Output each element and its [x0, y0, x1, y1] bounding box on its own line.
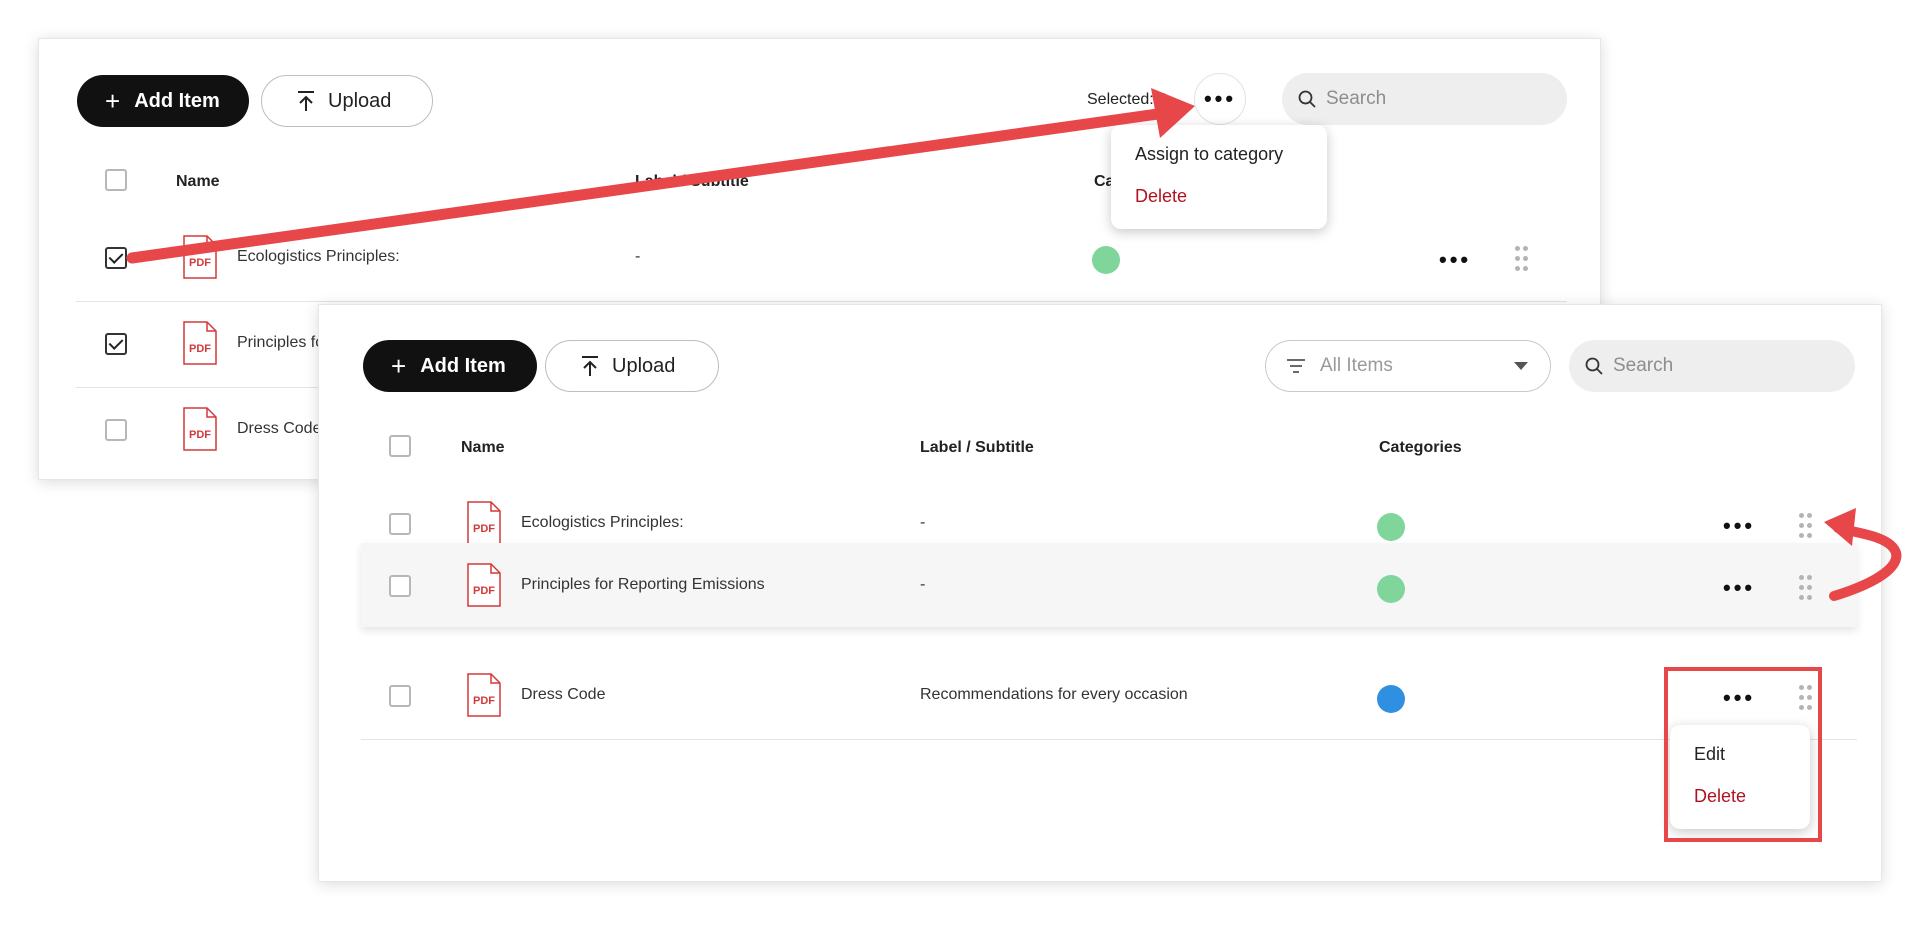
bulk-actions-button[interactable]: ••• — [1194, 73, 1246, 125]
row-checkbox[interactable] — [105, 333, 127, 355]
file-subtitle: - — [920, 514, 926, 531]
drag-handle-icon[interactable] — [1799, 513, 1813, 539]
row-more-icon[interactable]: ••• — [1439, 249, 1471, 271]
search-icon — [1585, 357, 1603, 375]
pdf-file-icon: PDF — [467, 673, 501, 717]
category-dot — [1092, 246, 1120, 274]
upload-button[interactable]: Upload — [545, 340, 719, 392]
svg-text:PDF: PDF — [189, 429, 211, 441]
row-more-icon[interactable]: ••• — [1723, 577, 1755, 599]
add-item-label: Add Item — [420, 354, 506, 377]
search-icon — [1298, 90, 1316, 108]
row-checkbox[interactable] — [105, 247, 127, 269]
svg-text:PDF: PDF — [189, 257, 211, 269]
select-all-checkbox[interactable] — [105, 169, 127, 191]
row-checkbox[interactable] — [389, 685, 411, 707]
category-dot — [1377, 575, 1405, 603]
pdf-file-icon: PDF — [183, 321, 217, 365]
category-dot — [1377, 513, 1405, 541]
select-all-checkbox[interactable] — [389, 435, 411, 457]
add-item-label: Add Item — [134, 89, 220, 112]
menu-item-assign-category[interactable]: Assign to category — [1111, 141, 1327, 183]
pdf-file-icon: PDF — [183, 235, 217, 279]
row-checkbox[interactable] — [389, 575, 411, 597]
front-panel: + Add Item Upload All Items Search Name … — [318, 304, 1882, 882]
svg-text:PDF: PDF — [189, 343, 211, 355]
search-input[interactable]: Search — [1282, 73, 1567, 125]
column-header-categories: Categories — [1379, 439, 1462, 456]
file-name[interactable]: Ecologistics Principles: — [237, 248, 400, 266]
search-placeholder: Search — [1613, 355, 1674, 376]
row-more-icon[interactable]: ••• — [1723, 515, 1755, 537]
upload-icon — [298, 91, 314, 111]
svg-text:PDF: PDF — [473, 585, 495, 597]
row-divider — [361, 739, 1857, 740]
drag-handle-icon[interactable] — [1799, 575, 1813, 601]
upload-icon — [582, 356, 598, 376]
file-name[interactable]: Ecologistics Principles: — [521, 514, 684, 532]
menu-item-delete[interactable]: Delete — [1111, 183, 1327, 225]
upload-label: Upload — [328, 89, 392, 112]
file-subtitle: - — [920, 576, 926, 593]
plus-icon: + — [105, 86, 121, 116]
file-subtitle: Recommendations for every occasion — [920, 686, 1188, 703]
add-item-button[interactable]: + Add Item — [77, 75, 249, 127]
drag-handle-icon[interactable] — [1515, 246, 1529, 272]
more-icon: ••• — [1203, 86, 1237, 111]
front-panel-content: + Add Item Upload All Items Search Name … — [319, 305, 1881, 881]
chevron-down-icon — [1514, 362, 1528, 370]
pdf-file-icon: PDF — [183, 407, 217, 451]
row-checkbox[interactable] — [105, 419, 127, 441]
file-name[interactable]: Dress Code — [237, 420, 321, 438]
row-checkbox[interactable] — [389, 513, 411, 535]
pdf-file-icon: PDF — [467, 501, 501, 545]
plus-icon: + — [391, 351, 407, 381]
category-dot — [1377, 685, 1405, 713]
selected-count: Selected: 2 — [1087, 91, 1168, 108]
svg-text:PDF: PDF — [473, 523, 495, 535]
column-header-label: Label / Subtitle — [635, 173, 749, 190]
search-input[interactable]: Search — [1569, 340, 1855, 392]
pdf-file-icon: PDF — [467, 563, 501, 607]
column-header-name: Name — [176, 173, 220, 190]
column-header-label: Label / Subtitle — [920, 439, 1034, 456]
svg-text:PDF: PDF — [473, 695, 495, 707]
annotation-highlight-box — [1664, 667, 1822, 842]
file-name[interactable]: Principles fo — [237, 334, 324, 352]
search-placeholder: Search — [1326, 88, 1387, 109]
row-divider — [76, 301, 1567, 302]
filter-icon — [1287, 359, 1305, 373]
bulk-actions-menu: Assign to category Delete — [1111, 125, 1327, 229]
upload-label: Upload — [612, 354, 676, 377]
column-header-name: Name — [461, 439, 505, 456]
filter-dropdown[interactable]: All Items — [1265, 340, 1551, 392]
upload-button[interactable]: Upload — [261, 75, 433, 127]
file-name[interactable]: Dress Code — [521, 686, 605, 704]
add-item-button[interactable]: + Add Item — [363, 340, 537, 392]
file-subtitle: - — [635, 248, 641, 265]
file-name[interactable]: Principles for Reporting Emissions — [521, 576, 765, 594]
filter-value: All Items — [1320, 355, 1393, 376]
